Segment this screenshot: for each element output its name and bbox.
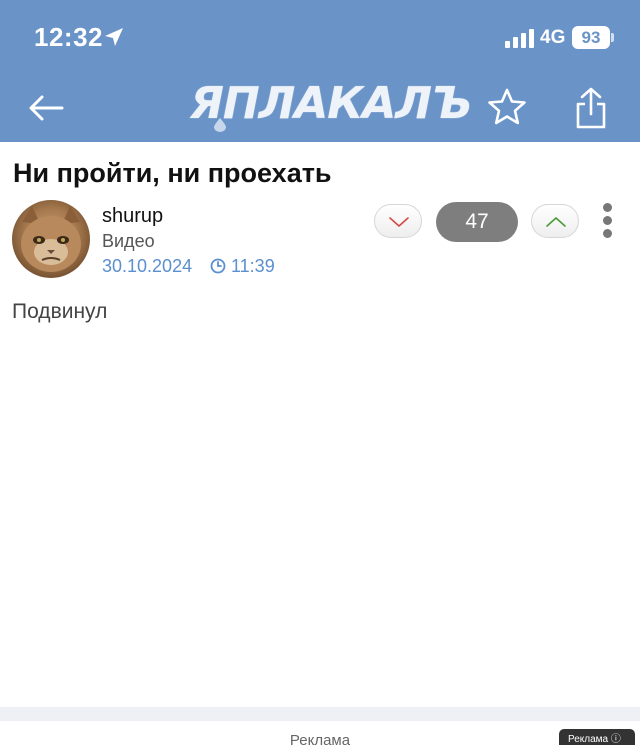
chevron-down-icon [389,217,409,227]
cat-avatar-image [21,206,81,272]
ad-label: Реклама [289,732,351,745]
vote-up-button[interactable] [531,204,579,238]
network-type: 4G [540,27,566,48]
ad-badge[interactable]: Реклама ⓘ [559,729,635,745]
more-options-icon[interactable] [598,203,616,241]
location-arrow-icon [105,28,123,46]
back-arrow-icon[interactable] [26,88,66,128]
author-name[interactable]: shurup [102,205,163,228]
author-avatar[interactable] [12,200,90,278]
star-icon[interactable] [486,86,528,128]
battery-icon: 93 [572,26,610,49]
ad-divider [0,707,640,721]
info-icon: ⓘ [610,734,621,745]
app-header: 12:32 4G 93 ЯПЛАКАЛЪ [0,0,640,142]
battery-tip [611,33,614,42]
signal-bars-icon [505,29,534,48]
post-title: Ни пройти, ни проехать [13,158,332,188]
clock-icon [210,258,226,274]
site-logo[interactable]: ЯПЛАКАЛЪ [190,78,472,134]
share-icon[interactable] [572,86,610,130]
logo-tear-icon [214,118,226,132]
post-category[interactable]: Видео [102,231,155,252]
post-time: 11:39 [231,256,275,276]
post-date: 30.10.2024 [102,256,193,276]
post-body-text: Подвинул [12,300,108,323]
vote-down-button[interactable] [374,204,422,238]
chevron-up-icon [546,217,566,227]
ad-badge-label: Реклама [568,734,609,745]
post-score: 47 [436,202,518,242]
status-time: 12:32 [34,22,103,52]
